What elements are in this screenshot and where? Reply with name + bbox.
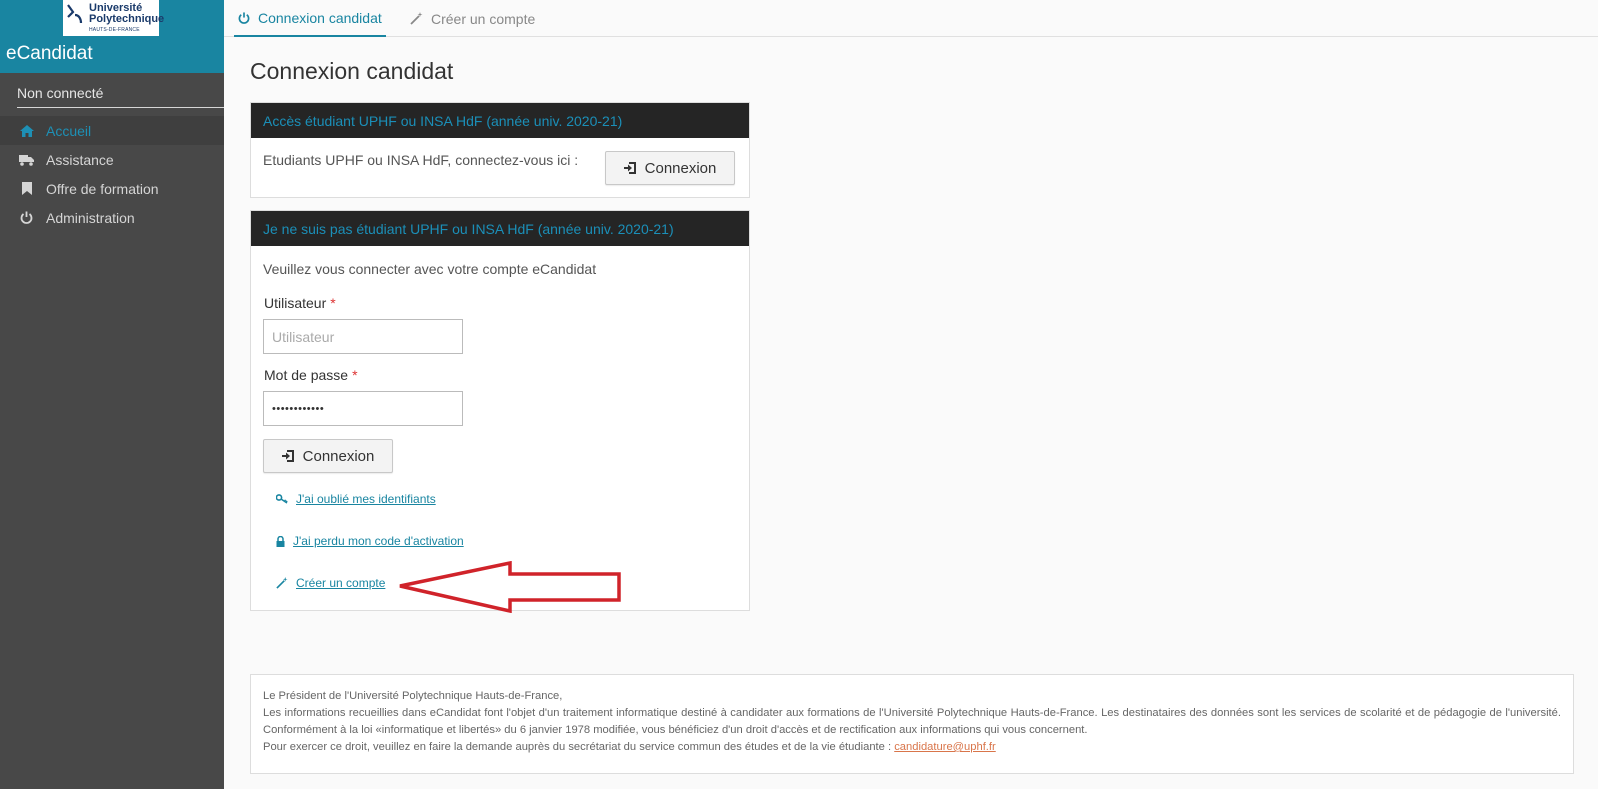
lost-activation-code-link[interactable]: J'ai perdu mon code d'activation (276, 534, 464, 548)
footer-line-3: Pour exercer ce droit, veuillez en faire… (263, 739, 1561, 756)
link-label: J'ai oublié mes identifiants (296, 492, 436, 506)
university-logo[interactable]: Université Polytechnique HAUTS-DE-FRANCE (63, 0, 164, 36)
account-login-panel: Je ne suis pas étudiant UPHF ou INSA HdF… (250, 210, 750, 611)
key-icon (276, 494, 288, 504)
logo-line-2: Polytechnique (89, 13, 165, 25)
sidebar-header: Université Polytechnique HAUTS-DE-FRANCE… (0, 0, 224, 73)
lock-icon (276, 535, 285, 547)
sidebar-item-label: Accueil (46, 122, 92, 139)
sign-in-icon (281, 450, 295, 462)
forgot-identifiers-link[interactable]: J'ai oublié mes identifiants (276, 492, 436, 506)
account-login-intro: Veuillez vous connecter avec votre compt… (263, 261, 597, 277)
panel-title: Accès étudiant UPHF ou INSA HdF (année u… (251, 103, 749, 138)
bookmark-icon (19, 181, 34, 196)
footer-line-1: Le Président de l'Université Polytechniq… (263, 690, 563, 702)
account-connexion-button[interactable]: Connexion (263, 439, 393, 473)
sidebar-item-label: Assistance (46, 151, 114, 168)
sidebar-item-label: Offre de formation (46, 180, 159, 197)
link-label: J'ai perdu mon code d'activation (293, 534, 464, 548)
power-icon (19, 210, 34, 225)
password-input[interactable]: •••••••••••• (263, 391, 463, 426)
app-title: eCandidat (6, 43, 93, 64)
sidebar-item-offre-formation[interactable]: Offre de formation (0, 174, 224, 203)
create-account-link[interactable]: Créer un compte (276, 576, 385, 590)
required-mark: * (330, 295, 336, 311)
button-label: Connexion (644, 159, 717, 177)
button-label: Connexion (302, 447, 375, 465)
sidebar-nav: Accueil Assistance Offre de formation Ad… (0, 116, 224, 232)
username-label-text: Utilisateur (264, 295, 327, 311)
sidebar: Université Polytechnique HAUTS-DE-FRANCE… (0, 0, 224, 789)
username-label: Utilisateur * (264, 295, 336, 311)
password-label: Mot de passe * (264, 367, 358, 383)
panel-title: Je ne suis pas étudiant UPHF ou INSA HdF… (251, 211, 749, 246)
student-connexion-button[interactable]: Connexion (605, 151, 735, 185)
student-login-text: Etudiants UPHF ou INSA HdF, connectez-vo… (263, 152, 579, 168)
sidebar-item-accueil[interactable]: Accueil (0, 116, 224, 145)
user-status: Non connecté (17, 84, 224, 108)
footer-line-2: Les informations recueillies dans eCandi… (263, 707, 1561, 736)
logo-line-3: HAUTS-DE-FRANCE (89, 27, 140, 33)
student-login-panel: Accès étudiant UPHF ou INSA HdF (année u… (250, 102, 750, 198)
username-input[interactable] (263, 319, 463, 354)
page-title: Connexion candidat (250, 58, 454, 84)
top-tabs: Connexion candidat Créer un compte (224, 0, 1598, 37)
home-icon (19, 123, 34, 138)
tab-label: Connexion candidat (258, 9, 382, 26)
power-icon (238, 11, 250, 24)
magic-wand-icon (276, 577, 288, 589)
link-label: Créer un compte (296, 576, 386, 590)
tab-creer-compte[interactable]: Créer un compte (410, 0, 535, 37)
required-mark: * (352, 367, 358, 383)
magic-wand-icon (410, 12, 423, 25)
logo-mark-icon (67, 4, 83, 24)
legal-footer: Le Président de l'Université Polytechniq… (250, 674, 1574, 774)
truck-icon (19, 152, 34, 167)
footer-line-3-text: Pour exercer ce droit, veuillez en faire… (263, 741, 892, 753)
annotation-arrow (399, 561, 621, 613)
tab-label: Créer un compte (431, 10, 536, 27)
password-label-text: Mot de passe (264, 367, 349, 383)
sidebar-item-administration[interactable]: Administration (0, 203, 224, 232)
sidebar-item-label: Administration (46, 209, 135, 226)
sign-in-icon (623, 162, 637, 174)
sidebar-item-assistance[interactable]: Assistance (0, 145, 224, 174)
tab-connexion-candidat[interactable]: Connexion candidat (234, 0, 386, 37)
email-link[interactable]: candidature@uphf.fr (894, 741, 996, 753)
